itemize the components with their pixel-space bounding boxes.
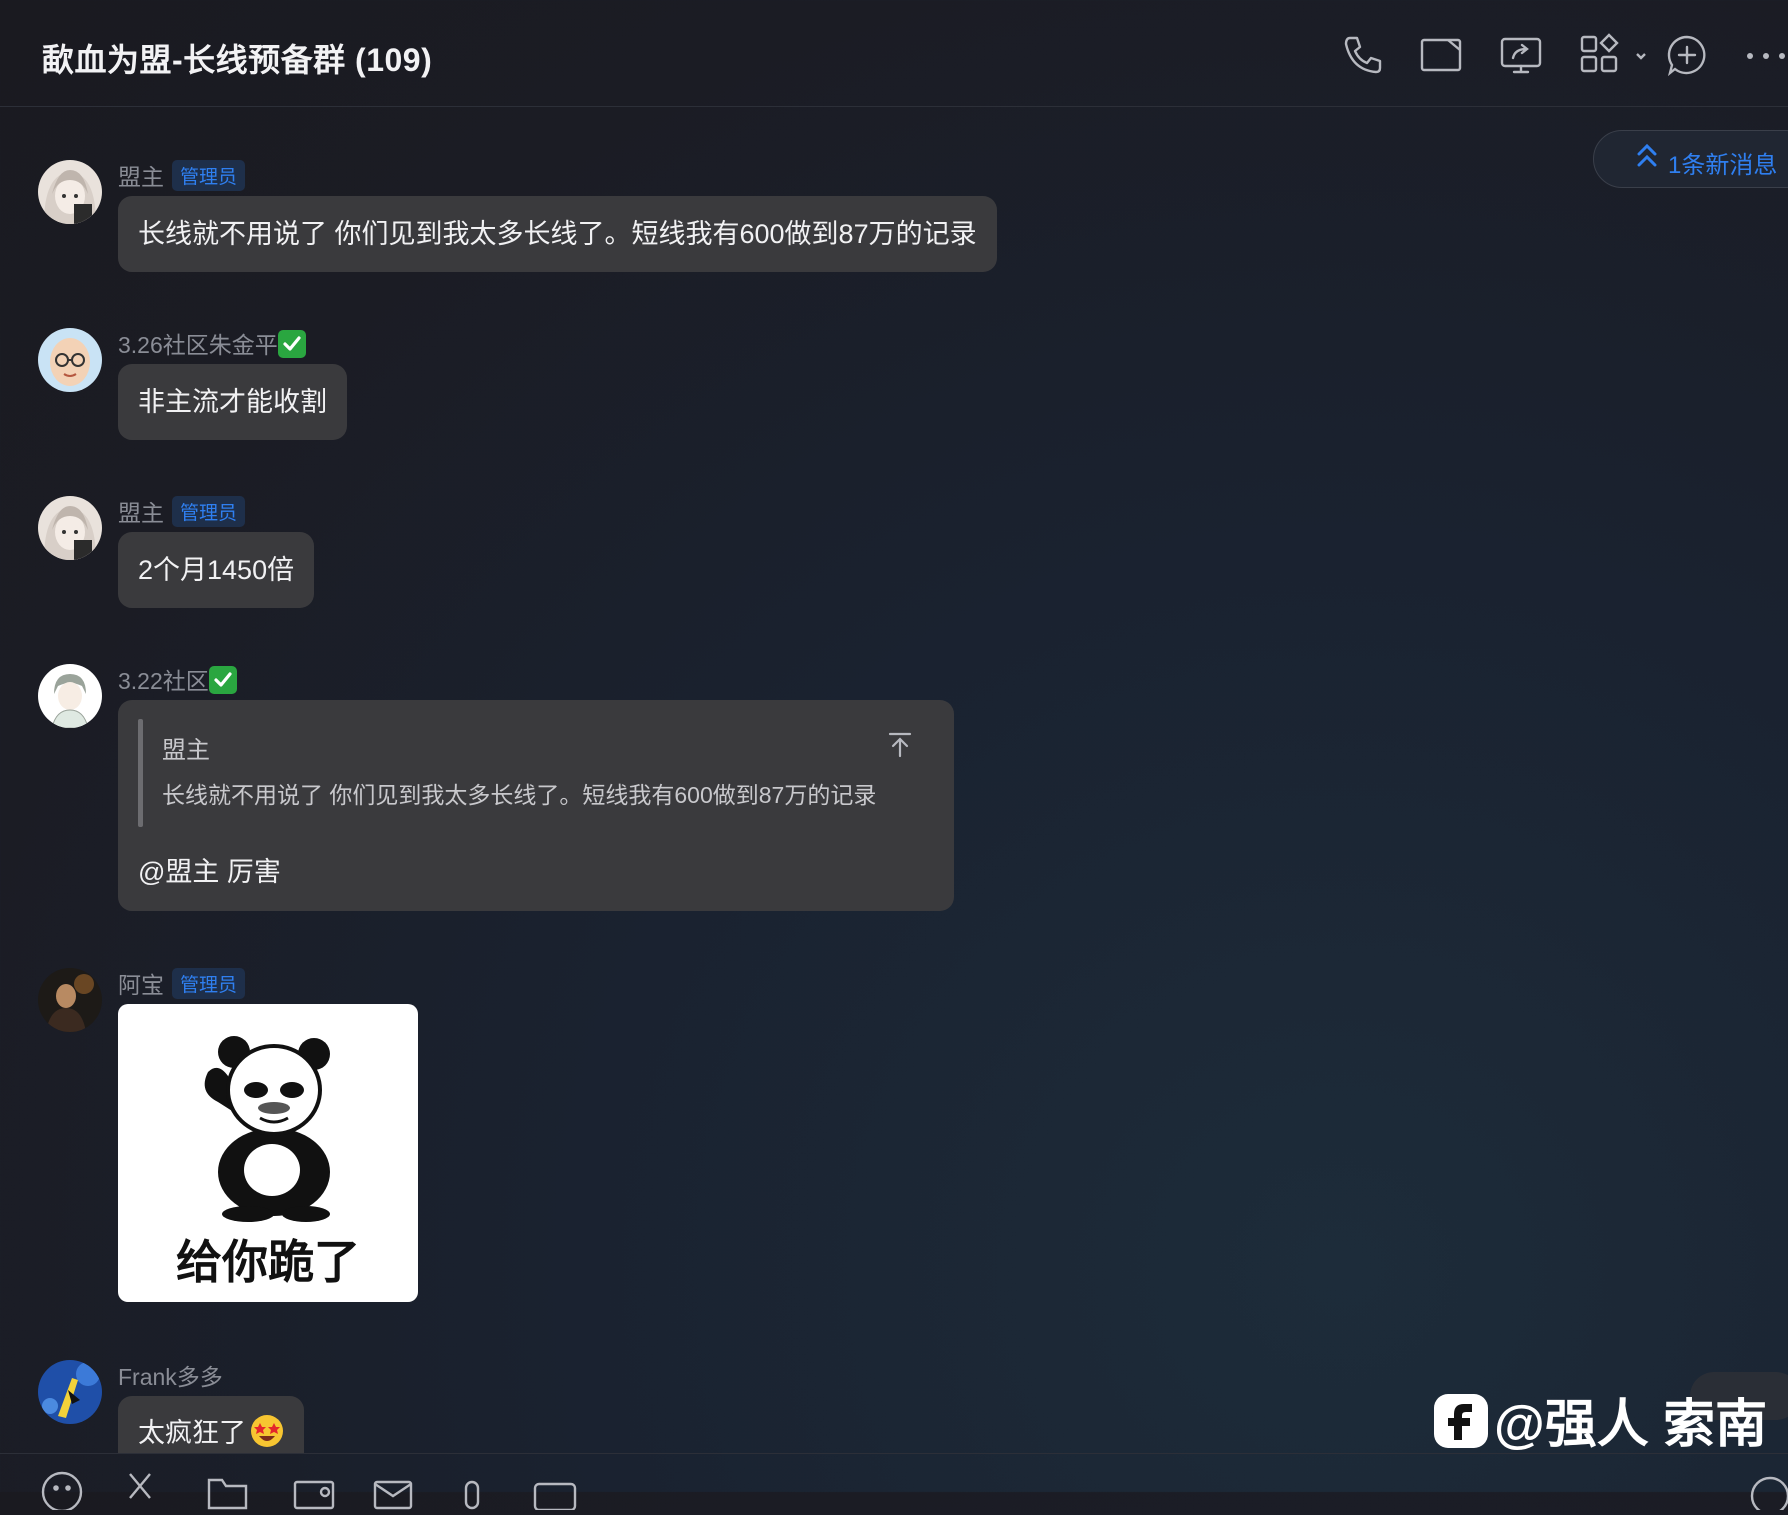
phone-icon[interactable] (1340, 32, 1386, 78)
quote-bar (138, 719, 143, 827)
sender-name: Frank多多 (118, 1358, 223, 1392)
sender-name: 盟主 管理员 (118, 494, 246, 528)
star-eyes-emoji-icon (251, 1415, 283, 1447)
panda-sticker-icon (204, 1036, 330, 1222)
watermark-text: @强人 索南 (1494, 1396, 1768, 1454)
mail-icon[interactable] (372, 1470, 418, 1510)
sender-name: 阿宝 管理员 (118, 966, 246, 1000)
apps-icon[interactable] (1578, 32, 1648, 78)
watermark: @强人 索南 (1434, 1382, 1767, 1454)
send-options-icon[interactable] (1748, 1470, 1788, 1515)
avatar[interactable] (38, 160, 102, 224)
chat-title: 歃血为盟-长线预备群 (109) (42, 42, 433, 78)
avatar[interactable] (38, 968, 102, 1032)
verified-check-icon (208, 666, 237, 694)
message-bubble[interactable]: 太疯狂了 (118, 1396, 304, 1454)
verified-check-icon (277, 330, 306, 358)
double-chevron-up-icon (1637, 143, 1657, 167)
admin-badge: 管理员 (172, 160, 246, 191)
avatar[interactable] (38, 496, 102, 560)
avatar[interactable] (38, 1360, 102, 1424)
sender-name-text: 3.22社区 (118, 668, 209, 694)
message-bubble[interactable]: 盟主 长线就不用说了 你们见到我太多长线了。短线我有600做到87万的记录 @盟… (118, 700, 954, 911)
message-bubble[interactable]: 长线就不用说了 你们见到我太多长线了。短线我有600做到87万的记录 (118, 196, 997, 272)
folder-icon[interactable] (206, 1470, 252, 1510)
scissors-icon[interactable] (124, 1470, 185, 1510)
new-message-label: 1条新消息 (1668, 152, 1778, 179)
brand-logo-icon (1434, 1394, 1488, 1448)
message-text: 太疯狂了 (138, 1418, 246, 1448)
sticker-caption: 给你跪了 (176, 1235, 360, 1289)
sticker-image[interactable]: 给你跪了 (118, 1004, 418, 1302)
sender-name-text: 盟主 (118, 164, 164, 190)
sender-name: 3.22社区 (118, 662, 237, 696)
message-bubble[interactable]: 非主流才能收割 (118, 364, 347, 440)
sender-name-text: 3.26社区朱金平 (118, 332, 278, 358)
jump-to-top-icon[interactable] (886, 730, 914, 758)
add-chat-icon[interactable] (1664, 32, 1710, 78)
sender-name-text: 阿宝 (118, 972, 164, 998)
sender-name: 3.26社区朱金平 (118, 326, 306, 360)
sender-name-text: 盟主 (118, 500, 164, 526)
admin-badge: 管理员 (172, 496, 246, 527)
admin-badge: 管理员 (172, 968, 246, 999)
avatar[interactable] (38, 328, 102, 392)
reply-text: @盟主 厉害 (138, 857, 281, 887)
screen-share-icon[interactable] (1498, 32, 1544, 78)
card-icon[interactable] (532, 1470, 578, 1512)
sender-name-text: Frank多多 (118, 1364, 223, 1390)
message-bubble[interactable]: 2个月1450倍 (118, 532, 315, 608)
video-icon[interactable] (1418, 32, 1464, 78)
quote-text: 长线就不用说了 你们见到我太多长线了。短线我有600做到87万的记录 (162, 782, 877, 808)
screenshot-icon[interactable] (292, 1470, 338, 1510)
sender-name: 盟主 管理员 (118, 158, 246, 192)
avatar[interactable] (38, 664, 102, 728)
chat-header: 歃血为盟-长线预备群 (109) (0, 0, 1788, 107)
quote-sender: 盟主 (162, 737, 210, 764)
microphone-icon[interactable] (452, 1470, 498, 1510)
composer-toolbar (0, 1453, 1788, 1493)
emoji-icon[interactable] (40, 1470, 86, 1513)
more-icon[interactable] (1742, 32, 1788, 78)
new-message-button[interactable]: 1条新消息 (1593, 130, 1788, 188)
